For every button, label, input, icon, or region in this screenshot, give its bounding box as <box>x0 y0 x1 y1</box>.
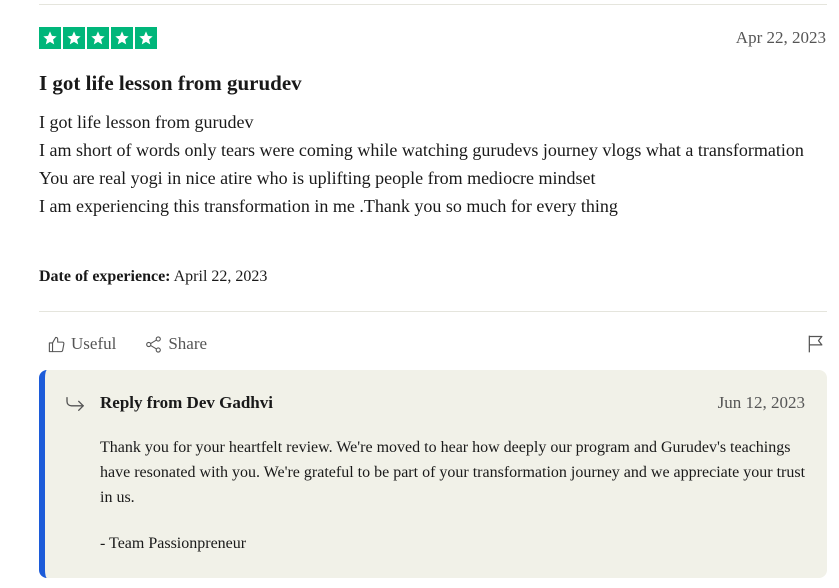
review-date: Apr 22, 2023 <box>735 28 826 47</box>
review-body: I got life lesson from gurudev I am shor… <box>39 108 809 220</box>
reply-author: Reply from Dev Gadhvi <box>100 393 273 412</box>
useful-button[interactable]: Useful <box>47 334 116 354</box>
star-icon <box>115 31 129 45</box>
star-5 <box>135 27 157 49</box>
thumbs-up-icon <box>48 336 65 352</box>
reply-date: Jun 12, 2023 <box>717 393 805 412</box>
reply-signature: - Team Passionpreneur <box>100 535 247 552</box>
useful-label: Useful <box>71 334 117 353</box>
review-body-line: I got life lesson from gurudev <box>39 112 254 132</box>
experience-date: April 22, 2023 <box>173 268 268 285</box>
date-of-experience: Date of experience: April 22, 2023 <box>39 268 267 286</box>
star-icon <box>67 31 81 45</box>
star-3 <box>87 27 109 49</box>
star-2 <box>63 27 85 49</box>
star-1 <box>39 27 61 49</box>
star-rating <box>39 27 157 49</box>
star-icon <box>43 31 57 45</box>
star-4 <box>111 27 133 49</box>
review-body-line: You are real yogi in nice atire who is u… <box>39 168 596 188</box>
review-body-line: I am short of words only tears were comi… <box>39 140 804 160</box>
share-icon <box>146 335 162 353</box>
reply-arrow-icon <box>66 397 84 411</box>
actions-divider <box>39 311 827 312</box>
company-reply: Reply from Dev Gadhvi Jun 12, 2023 Thank… <box>39 370 827 578</box>
review-actions: Useful Share <box>47 334 207 354</box>
star-icon <box>139 31 153 45</box>
star-icon <box>91 31 105 45</box>
experience-label: Date of experience: <box>39 268 171 285</box>
review-title[interactable]: I got life lesson from gurudev <box>39 71 302 96</box>
share-label: Share <box>168 334 208 353</box>
top-divider <box>39 4 827 5</box>
flag-icon[interactable] <box>806 334 826 354</box>
reply-text: Thank you for your heartfelt review. We'… <box>100 439 806 506</box>
review-body-line: I am experiencing this transformation in… <box>39 196 618 216</box>
share-button[interactable]: Share <box>144 334 207 354</box>
